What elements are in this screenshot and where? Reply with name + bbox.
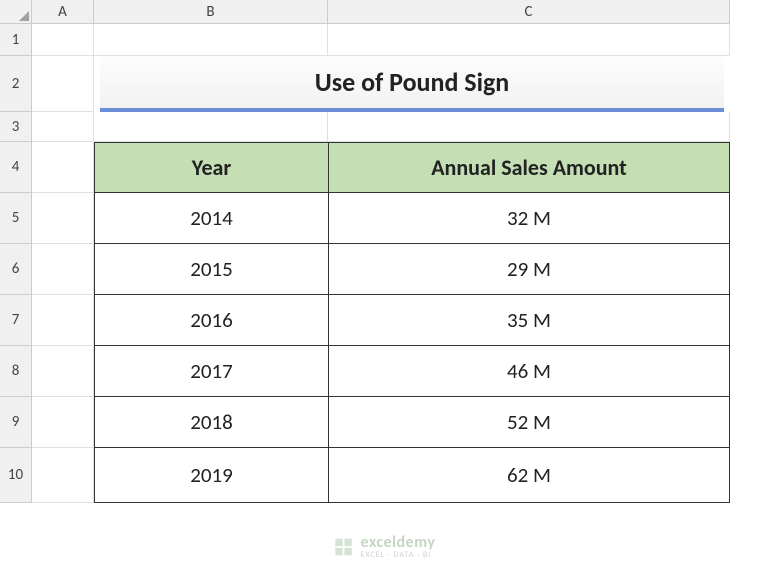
cell-a9[interactable] — [32, 397, 94, 448]
cell-year-1[interactable]: 2015 — [94, 244, 328, 295]
cell-c1[interactable] — [328, 24, 730, 56]
title-cell[interactable]: Use of Pound Sign — [100, 56, 724, 112]
watermark-text: exceldemy EXCEL · DATA · BI — [361, 535, 436, 559]
cell-a8[interactable] — [32, 346, 94, 397]
cell-a4[interactable] — [32, 142, 94, 193]
cell-a10[interactable] — [32, 448, 94, 503]
cell-a7[interactable] — [32, 295, 94, 346]
cell-a2[interactable] — [32, 56, 94, 112]
cell-year-4[interactable]: 2018 — [94, 397, 328, 448]
cell-a1[interactable] — [32, 24, 94, 56]
row-header-2[interactable]: 2 — [0, 56, 32, 112]
col-header-c[interactable]: C — [328, 0, 730, 24]
select-all-corner[interactable] — [0, 0, 32, 24]
cell-amount-0[interactable]: 32 M — [328, 193, 730, 244]
watermark: exceldemy EXCEL · DATA · BI — [333, 535, 436, 559]
cell-b1[interactable] — [94, 24, 328, 56]
row-header-8[interactable]: 8 — [0, 346, 32, 397]
cell-b3[interactable] — [94, 112, 328, 142]
watermark-name: exceldemy — [361, 535, 436, 551]
cell-amount-2[interactable]: 35 M — [328, 295, 730, 346]
row-header-10[interactable]: 10 — [0, 448, 32, 503]
cell-a6[interactable] — [32, 244, 94, 295]
row-header-7[interactable]: 7 — [0, 295, 32, 346]
col-header-b[interactable]: B — [94, 0, 328, 24]
watermark-tagline: EXCEL · DATA · BI — [361, 551, 436, 559]
spreadsheet-grid: A B C 1 2 3 4 5 6 7 8 9 10 Use of Pound … — [0, 0, 730, 503]
row-header-9[interactable]: 9 — [0, 397, 32, 448]
cell-amount-5[interactable]: 62 M — [328, 448, 730, 503]
watermark-logo-icon — [333, 536, 355, 558]
cell-c3[interactable] — [328, 112, 730, 142]
cell-year-0[interactable]: 2014 — [94, 193, 328, 244]
cell-amount-3[interactable]: 46 M — [328, 346, 730, 397]
table-header-year[interactable]: Year — [94, 142, 328, 193]
table-header-amount[interactable]: Annual Sales Amount — [328, 142, 730, 193]
row-header-6[interactable]: 6 — [0, 244, 32, 295]
cell-amount-4[interactable]: 52 M — [328, 397, 730, 448]
cell-amount-1[interactable]: 29 M — [328, 244, 730, 295]
row-header-5[interactable]: 5 — [0, 193, 32, 244]
row-header-3[interactable]: 3 — [0, 112, 32, 142]
row-header-4[interactable]: 4 — [0, 142, 32, 193]
col-header-a[interactable]: A — [32, 0, 94, 24]
cell-year-3[interactable]: 2017 — [94, 346, 328, 397]
row-header-1[interactable]: 1 — [0, 24, 32, 56]
cell-year-2[interactable]: 2016 — [94, 295, 328, 346]
cell-a5[interactable] — [32, 193, 94, 244]
cell-a3[interactable] — [32, 112, 94, 142]
cell-year-5[interactable]: 2019 — [94, 448, 328, 503]
